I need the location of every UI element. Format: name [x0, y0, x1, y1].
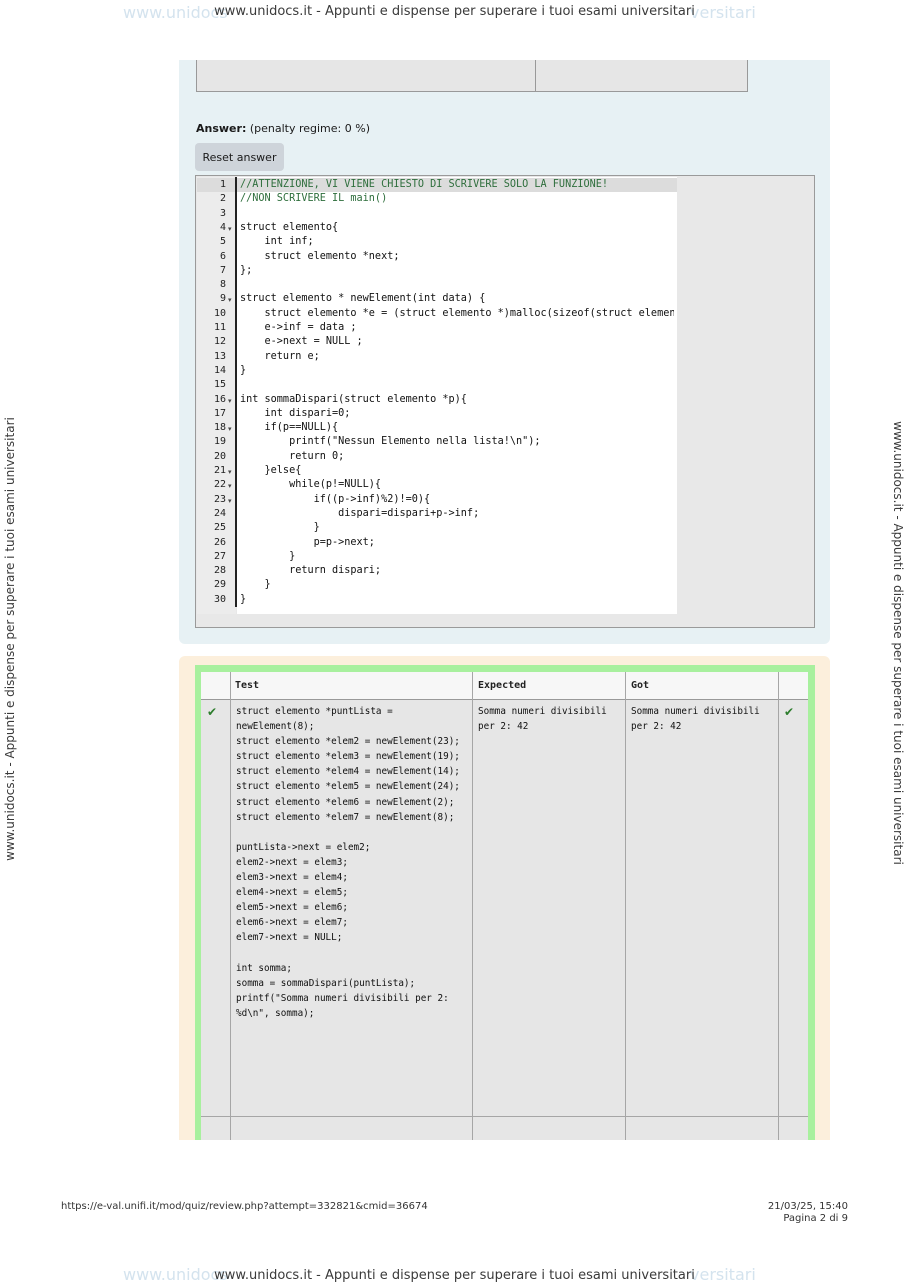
line-number: 15	[213, 379, 226, 391]
previous-table-fragment	[196, 60, 748, 92]
code-line: return 0;	[240, 450, 345, 462]
code-line: e->next = NULL ;	[240, 336, 363, 348]
line-number: 27	[213, 550, 226, 562]
results-table: Test Expected Got ✔ struct elemento *pun…	[201, 672, 808, 1140]
code-line: int sommaDispari(struct elemento *p){	[240, 393, 467, 405]
code-line: if(p==NULL){	[240, 422, 339, 434]
answer-title: Answer:	[196, 122, 247, 135]
code-line: return dispari;	[240, 565, 382, 577]
line-number: 2	[219, 193, 226, 205]
line-number: 28	[213, 565, 226, 577]
code-line: int dispari=0;	[240, 407, 351, 419]
fold-arrow-icon[interactable]: ▾	[228, 425, 232, 433]
column-divider	[472, 672, 473, 1140]
line-number: 1	[219, 179, 226, 190]
line-number: 6	[219, 250, 226, 262]
code-editor[interactable]: 1 //ATTENZIONE, VI VIENE CHIESTO DI SCRIV…	[195, 175, 815, 799]
column-divider	[625, 672, 626, 1140]
table-divider	[535, 60, 536, 91]
gutter-separator	[235, 177, 237, 607]
column-divider	[230, 672, 231, 1140]
line-number: 5	[219, 236, 226, 248]
line-number: 8	[219, 279, 226, 291]
code-line: p=p->next;	[240, 536, 375, 548]
penalty-regime: (penalty regime: 0 %)	[249, 122, 370, 135]
code-line: if((p->inf)%2)!=0){	[240, 493, 431, 505]
line-number: 14	[213, 364, 226, 376]
code-line: struct elemento *e = (struct elemento *)…	[240, 307, 674, 319]
header-expected: Expected	[478, 680, 527, 691]
line-number: 29	[213, 579, 226, 591]
line-number: 23	[213, 493, 226, 505]
line-number: 25	[213, 522, 226, 534]
watermark-top: www.unidocs.it - Appunti e dispense per …	[214, 4, 695, 19]
test-code-cell: struct elemento *puntLista = newElement(…	[236, 706, 460, 1019]
code-line: return e;	[240, 350, 320, 362]
fold-arrow-icon[interactable]: ▾	[228, 397, 232, 405]
footer-date-page: 21/03/25, 15:40 Pagina 2 di 9	[700, 1201, 848, 1225]
line-number: 9	[219, 293, 226, 305]
line-number: 19	[213, 436, 226, 448]
line-number: 4	[219, 221, 226, 233]
watermark-left: www.unidocs.it - Appunti e dispense per …	[3, 417, 17, 861]
line-number: 24	[213, 507, 226, 519]
status-check-icon: ✔	[784, 705, 795, 719]
code-line: while(p!=NULL){	[240, 479, 382, 491]
fold-arrow-icon[interactable]: ▾	[228, 482, 232, 490]
line-number: 3	[219, 207, 226, 219]
watermark-right: www.unidocs.it - Appunti e dispense per …	[891, 421, 905, 865]
line-number: 17	[213, 407, 226, 419]
code-line: };	[240, 264, 253, 276]
watermark-bottom: www.unidocs.it - Appunti e dispense per …	[214, 1268, 695, 1283]
line-number: 20	[213, 450, 226, 462]
code-line: }	[240, 550, 296, 562]
footer-date: 21/03/25, 15:40	[767, 1201, 848, 1212]
line-number: 11	[213, 322, 226, 333]
code-line: }	[240, 364, 247, 376]
line-number: 16	[213, 393, 226, 405]
column-divider	[778, 672, 779, 1140]
code-line: }	[240, 593, 247, 605]
answer-label: Answer: (penalty regime: 0 %)	[196, 122, 370, 135]
line-number: 12	[213, 336, 226, 348]
header-test: Test	[235, 680, 260, 691]
code-line: //ATTENZIONE, VI VIENE CHIESTO DI SCRIVE…	[240, 179, 609, 190]
code-line: int inf;	[240, 236, 314, 248]
code-line: }	[240, 579, 271, 591]
line-number: 7	[219, 264, 226, 276]
fold-arrow-icon[interactable]: ▾	[228, 468, 232, 476]
footer-page: Pagina 2 di 9	[783, 1213, 848, 1224]
header-got: Got	[631, 680, 650, 691]
expected-cell: Somma numeri divisibili per 2: 42	[478, 706, 613, 733]
code-line: printf("Nessun Elemento nella lista!\n")…	[240, 436, 541, 448]
code-line: struct elemento{	[240, 221, 339, 233]
code-line: e->inf = data ;	[240, 322, 357, 333]
reset-answer-button[interactable]: Reset answer	[195, 143, 284, 171]
row-divider	[201, 1116, 808, 1117]
code-line: struct elemento *next;	[240, 250, 400, 262]
fold-arrow-icon[interactable]: ▾	[228, 225, 232, 233]
code-line: dispari=dispari+p->inf;	[240, 507, 480, 519]
code-line: }else{	[240, 465, 302, 476]
code-line: }	[240, 522, 320, 534]
line-number: 13	[213, 350, 226, 362]
line-number: 26	[213, 536, 226, 548]
got-cell: Somma numeri divisibili per 2: 42	[631, 706, 766, 733]
fold-arrow-icon[interactable]: ▾	[228, 296, 232, 304]
line-number: 18	[213, 422, 226, 434]
line-number: 21	[213, 465, 226, 476]
line-number: 22	[213, 479, 226, 491]
footer-url: https://e-val.unifi.it/mod/quiz/review.p…	[61, 1201, 428, 1212]
line-number: 30	[213, 593, 226, 605]
code-line: //NON SCRIVERE IL main()	[240, 193, 388, 205]
code-line: struct elemento * newElement(int data) {	[240, 293, 486, 305]
pass-check-icon: ✔	[207, 705, 218, 719]
line-number: 10	[213, 307, 226, 319]
fold-arrow-icon[interactable]: ▾	[228, 497, 232, 505]
